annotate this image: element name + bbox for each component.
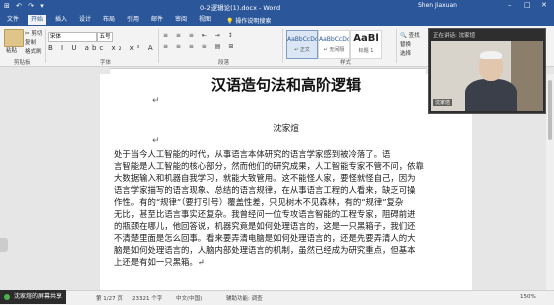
- select-button[interactable]: 选择: [400, 50, 420, 59]
- style-sample: AaBbCcDc: [319, 36, 350, 43]
- side-panel-handle[interactable]: [0, 238, 8, 252]
- style-normal[interactable]: AaBbCcDc ↵ 正文: [286, 30, 318, 59]
- style-name: ↵ 正文: [294, 47, 310, 53]
- format-painter-button[interactable]: 格式刷: [25, 47, 42, 55]
- font-size-select[interactable]: 五号: [97, 32, 113, 42]
- body-text-line: 上还是有如一只黑箱。↵: [114, 257, 205, 267]
- styles-group-label: 样式: [340, 60, 352, 66]
- copy-button[interactable]: 复制: [25, 38, 36, 46]
- video-call-panel[interactable]: 正在讲话: 沈家煊 沈家煊: [428, 28, 546, 114]
- find-button[interactable]: 🔍 查找: [400, 32, 420, 41]
- title-bar: ⊞ ↶ ↷ ▾ 0-2逻辑论(1).docx - Word Shen Jiaxu…: [0, 0, 554, 14]
- group-divider: [45, 29, 46, 63]
- tell-me-search[interactable]: 💡 操作说明搜索: [226, 16, 271, 25]
- accessibility-status[interactable]: 辅助功能: 调查: [226, 294, 263, 302]
- clipboard-group-label: 剪贴板: [14, 60, 31, 66]
- speaker-hair: [480, 51, 502, 59]
- tab-home[interactable]: 开始: [28, 15, 47, 25]
- ribbon-tabs: 文件 开始 插入 设计 布局 引用 邮件 审阅 视图 帮助 💡 操作说明搜索: [0, 14, 554, 26]
- tell-me-label: 操作说明搜索: [235, 18, 272, 25]
- style-name: 标题 1: [358, 48, 374, 54]
- tab-mailings[interactable]: 邮件: [148, 15, 166, 25]
- body-text-line: 语言学家描写的语言现象、总结的语言规律，在从事语言工程的人看来，缺乏可操: [114, 185, 416, 195]
- paragraph-mark-icon: ↵: [152, 136, 160, 146]
- group-divider: [396, 29, 397, 63]
- speaker-title: 正在讲话: 沈家煊: [433, 33, 476, 39]
- paragraph-buttons-row1[interactable]: ≡ ≡ ≡ ⇤ ⇥ ↕: [163, 32, 236, 39]
- font-format-buttons[interactable]: B I U abc x₂ x² A: [48, 44, 156, 52]
- group-divider: [282, 29, 283, 63]
- style-no-spacing[interactable]: AaBbCcDc ↵ 无间隔: [318, 30, 350, 59]
- style-sample: AaBl: [353, 33, 379, 44]
- share-status-icon: [4, 294, 10, 300]
- speaker-name: 沈家煊: [433, 99, 453, 106]
- font-name-select[interactable]: 宋体: [48, 32, 97, 42]
- tab-view[interactable]: 视图: [196, 15, 214, 25]
- style-heading-1[interactable]: AaBl 标题 1: [350, 30, 382, 59]
- body-text-line: 言智能是人工智能的核心部分，然而他们的研究成果，人工智能专家不管不问，依靠: [114, 161, 424, 171]
- document-page[interactable]: 汉语造句法和高阶逻辑 ↵ 沈家煊 ↵ 处于当今人工智能的时代，从事语言本体研究的…: [100, 74, 472, 290]
- minimize-button[interactable]: –: [508, 1, 512, 9]
- word-count[interactable]: 23321 个字: [132, 294, 162, 302]
- body-text-line: 无比，甚至比语言事实还复杂。我曾经问一位专攻语言智能的工程专家，阻碍前进: [114, 209, 416, 219]
- speaker-body: [465, 79, 517, 111]
- paste-button[interactable]: 粘贴: [6, 46, 17, 54]
- paragraph-buttons-row2[interactable]: ≡ ≡ ≡ ≡ ▤ ⊞: [163, 43, 236, 50]
- editing-group: 🔍 查找 替换 选择: [400, 32, 420, 59]
- style-name: ↵ 无间隔: [323, 47, 345, 53]
- zoom-level[interactable]: 150%: [520, 294, 536, 300]
- paste-icon[interactable]: [4, 29, 24, 47]
- tab-references[interactable]: 引用: [124, 15, 142, 25]
- user-name[interactable]: Shen Jiaxuan: [418, 2, 457, 9]
- close-button[interactable]: ✕: [541, 1, 547, 9]
- replace-button[interactable]: 替换: [400, 41, 420, 50]
- body-text-line: 大数据输入和机器自我学习，就能大致管用。这不能怪人家，要怪就怪自己，因为: [114, 173, 416, 183]
- tab-layout[interactable]: 布局: [100, 15, 118, 25]
- document-heading: 汉语造句法和高阶逻辑: [210, 76, 361, 94]
- document-title: 0-2逻辑论(1).docx - Word: [200, 4, 281, 12]
- quick-access-toolbar[interactable]: ⊞ ↶ ↷ ▾: [4, 2, 46, 10]
- scrollbar-thumb[interactable]: [548, 80, 552, 140]
- document-author: 沈家煊: [273, 124, 299, 134]
- body-text-line: 的瓶颈在哪儿，他回答说，机器究竟是如何处理语言的，这是一只黑箱子，我们还: [114, 221, 416, 231]
- paragraph-mark-icon: ↵: [152, 96, 160, 106]
- group-divider: [158, 29, 159, 63]
- paragraph-group-label: 段落: [218, 60, 230, 66]
- tab-review[interactable]: 审阅: [172, 15, 190, 25]
- screen-share-label: 沈家煊的屏幕共享: [14, 293, 63, 300]
- maximize-button[interactable]: □: [524, 1, 531, 9]
- cut-button[interactable]: ✂ 剪切: [25, 29, 42, 37]
- body-text-line: 脑是如何处理语言的，人脑内部处理语言的机制，虽然已经成为研究重点，但基本: [114, 245, 416, 255]
- tab-design[interactable]: 设计: [76, 15, 94, 25]
- language-indicator[interactable]: 中文(中国): [176, 294, 202, 302]
- status-bar: 第 1/27 页 23321 个字 中文(中国) 辅助功能: 调查 150%: [0, 290, 554, 305]
- body-text-line: 处于当今人工智能的时代，从事语言本体研究的语言学家感到被冷落了。语: [114, 149, 391, 159]
- body-text-line: 不清楚里面是怎么回事。看来要弄清电脑是如何处理语言的，还是先要弄清人的大: [114, 233, 416, 243]
- body-text-line: 作性。有的“规律”（要打引号）覆盖性差，只见树木不见森林，有的“规律”复杂: [114, 197, 404, 207]
- screen-share-indicator: 沈家煊的屏幕共享: [0, 290, 67, 304]
- font-group-label: 字体: [100, 60, 112, 66]
- style-sample: AaBbCcDc: [287, 36, 318, 43]
- page-count[interactable]: 第 1/27 页: [96, 294, 123, 302]
- tab-file[interactable]: 文件: [4, 15, 22, 25]
- tab-insert[interactable]: 插入: [52, 15, 70, 25]
